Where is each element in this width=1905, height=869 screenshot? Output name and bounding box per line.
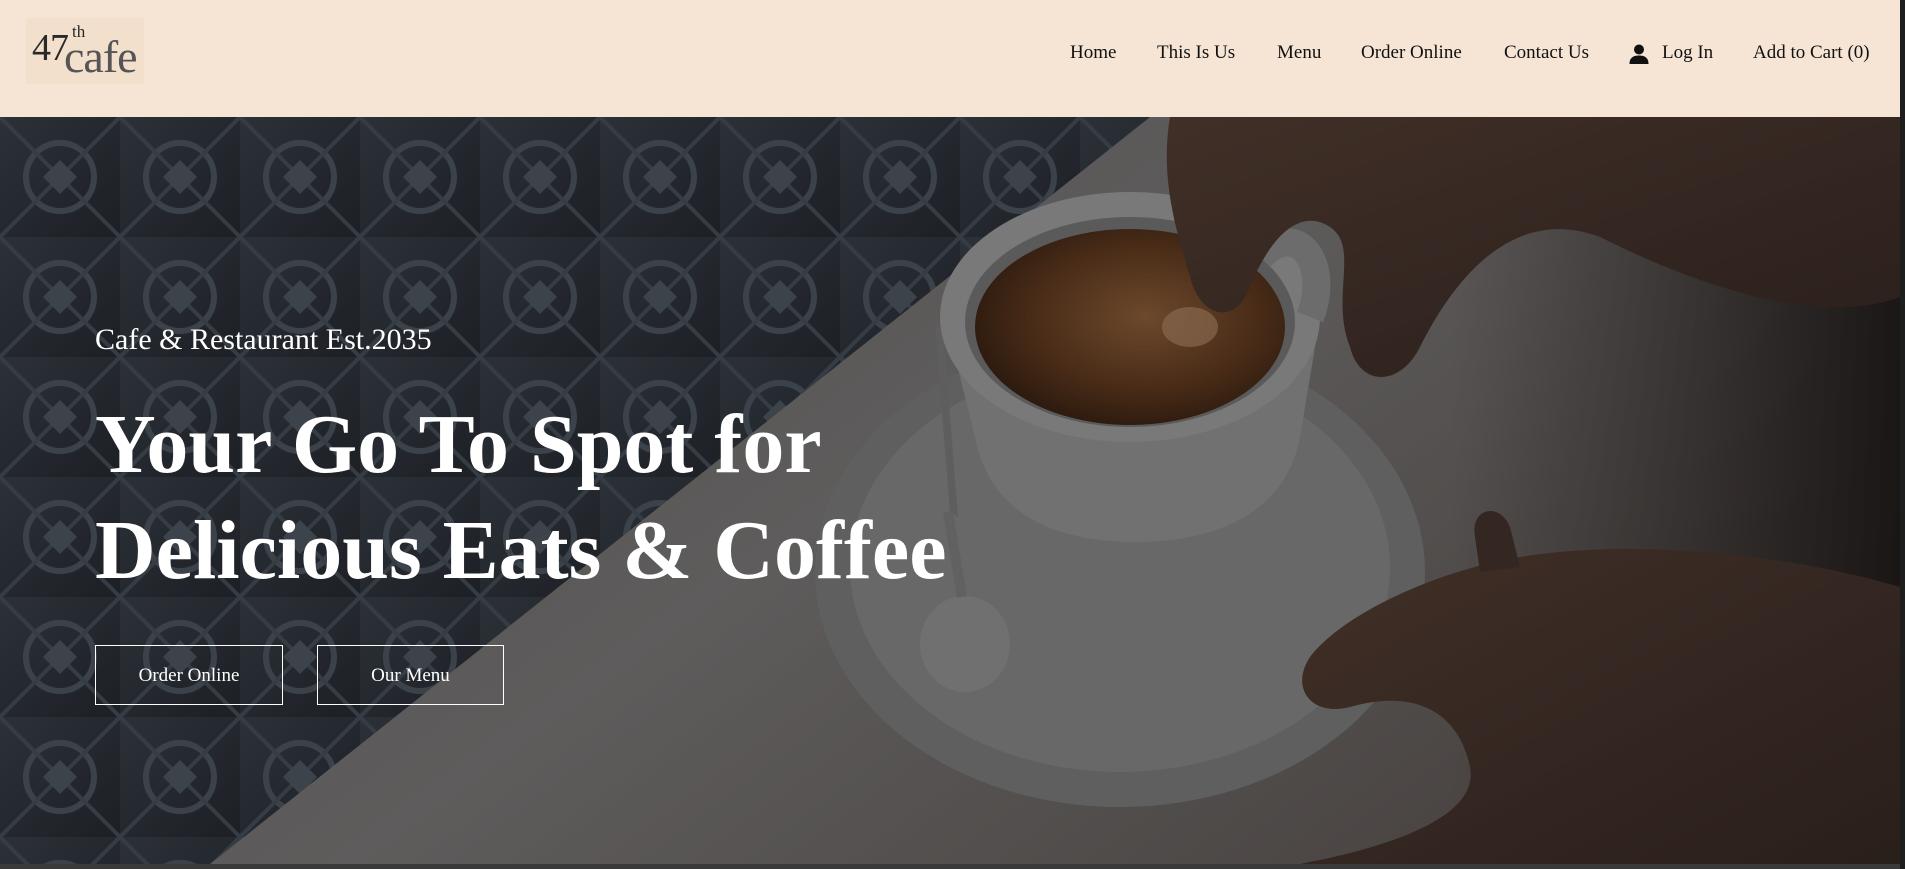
logo[interactable]: 47 th cafe (26, 18, 144, 84)
nav-home[interactable]: Home (1070, 42, 1116, 68)
hero-subtitle: Cafe & Restaurant Est.2035 (95, 323, 432, 356)
hero-title-line-1: Your Go To Spot for (95, 398, 822, 491)
nav-add-to-cart[interactable]: Add to Cart (0) (1753, 42, 1870, 68)
nav-this-is-us[interactable]: This Is Us (1157, 42, 1235, 68)
order-online-button[interactable]: Order Online (95, 645, 283, 705)
hero-title: Your Go To Spot for Delicious Eats & Cof… (95, 392, 1095, 604)
page: 47 th cafe Home This Is Us Menu Order On… (0, 0, 1905, 869)
our-menu-button[interactable]: Our Menu (317, 645, 504, 705)
login-label: Log In (1662, 42, 1714, 63)
nav-menu[interactable]: Menu (1277, 42, 1321, 68)
site-header: 47 th cafe Home This Is Us Menu Order On… (0, 0, 1900, 117)
user-icon (1629, 44, 1649, 64)
window-edge (1900, 0, 1905, 869)
logo-word: cafe (64, 31, 138, 82)
hero-title-line-2: Delicious Eats & Coffee (95, 504, 947, 597)
nav-order-online[interactable]: Order Online (1361, 42, 1462, 68)
bottom-edge (0, 864, 1905, 869)
logo-number: 47 (32, 27, 69, 69)
hero-section: Cafe & Restaurant Est.2035 Your Go To Sp… (0, 117, 1900, 864)
nav-contact-us[interactable]: Contact Us (1504, 42, 1589, 68)
